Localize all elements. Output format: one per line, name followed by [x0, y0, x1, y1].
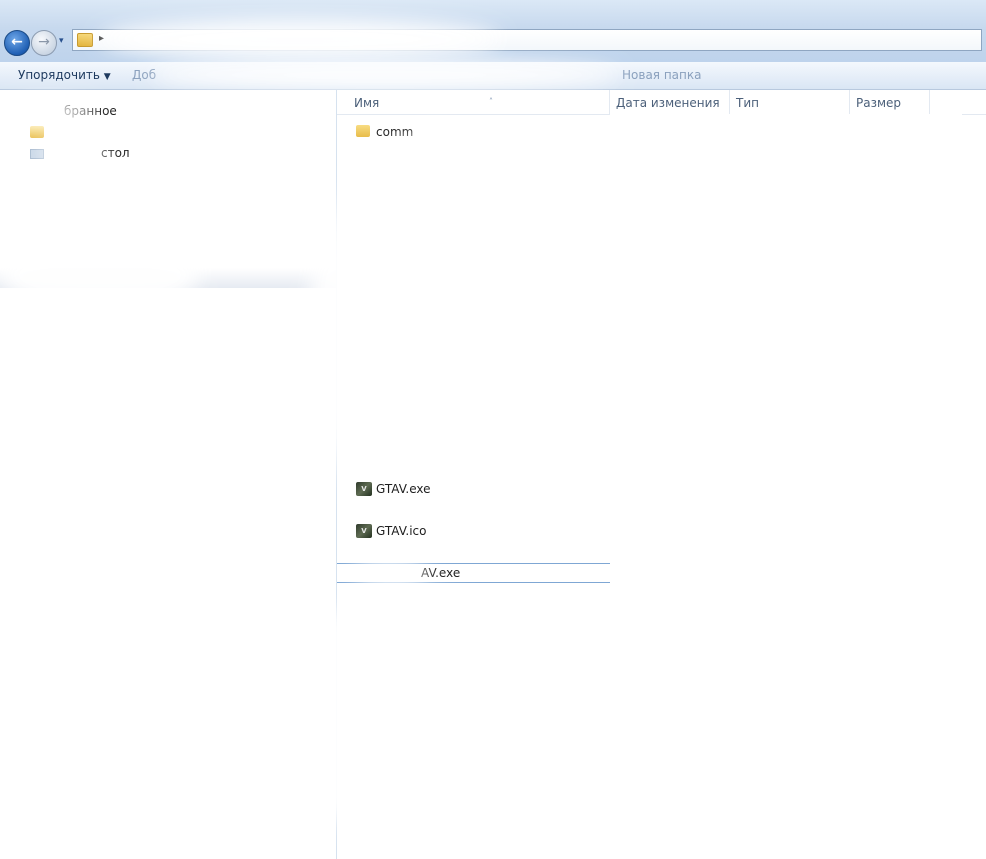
- redaction: [100, 18, 500, 60]
- folder-icon: [77, 33, 93, 47]
- folder-icon: [356, 125, 370, 137]
- details-columns-blank: [610, 114, 962, 779]
- redaction: [307, 135, 567, 535]
- file-row[interactable]: V GTAV.ico: [337, 521, 610, 541]
- back-button[interactable]: ←: [4, 30, 30, 56]
- title-bar: ← → ▾ ▸: [0, 0, 986, 62]
- chevron-down-icon: ▼: [103, 72, 111, 82]
- file-list-pane: Имя ˄ Дата изменения Тип Размер comm V G…: [277, 90, 986, 859]
- redaction: [150, 60, 620, 90]
- organize-label: Упорядочить: [18, 68, 100, 82]
- file-name: GTAV.ico: [376, 524, 427, 538]
- column-header-date[interactable]: Дата изменения: [610, 90, 730, 114]
- column-header-label: Имя: [354, 96, 380, 110]
- command-toolbar: Упорядочить ▼ Доб Новая папка: [0, 60, 986, 90]
- new-folder-button[interactable]: Новая папка: [622, 68, 701, 82]
- redaction: [277, 590, 537, 840]
- redaction: [0, 240, 200, 310]
- redaction: [352, 560, 427, 586]
- sort-ascending-icon: ˄: [489, 97, 493, 106]
- file-name: comm: [376, 125, 414, 139]
- file-row[interactable]: V GTAV.exe: [337, 479, 610, 499]
- redaction: [0, 100, 95, 126]
- gtav-icon: V: [356, 524, 372, 538]
- history-dropdown-icon[interactable]: ▾: [59, 36, 69, 46]
- organize-button[interactable]: Упорядочить ▼: [18, 68, 111, 82]
- nav-item-label: стол: [101, 146, 130, 160]
- file-row[interactable]: comm: [337, 122, 610, 142]
- column-header-name[interactable]: Имя ˄: [348, 90, 610, 114]
- gtav-icon: V: [356, 482, 372, 496]
- folder-icon: [30, 126, 44, 138]
- file-name: GTAV.exe: [376, 482, 431, 496]
- redaction: [40, 140, 105, 166]
- column-headers: Имя ˄ Дата изменения Тип Размер: [337, 90, 986, 115]
- forward-button[interactable]: →: [31, 30, 57, 56]
- column-header-type[interactable]: Тип: [730, 90, 850, 114]
- column-header-size[interactable]: Размер: [850, 90, 930, 114]
